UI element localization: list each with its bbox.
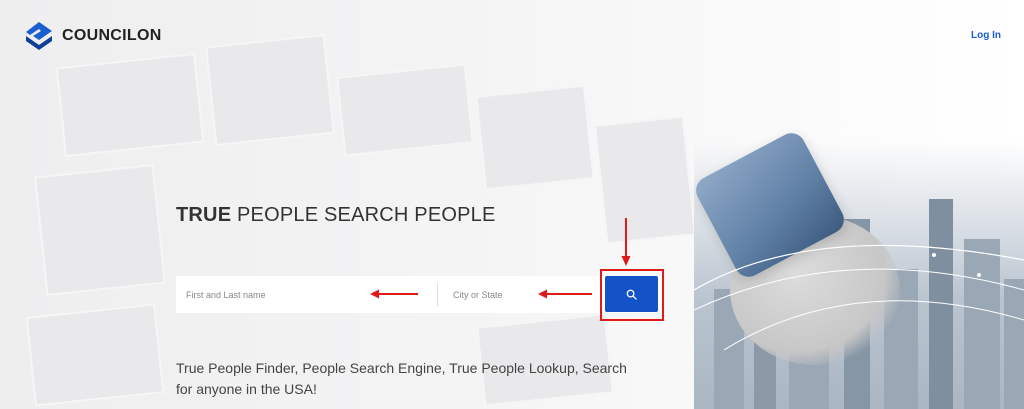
login-link[interactable]: Log In bbox=[971, 30, 1001, 41]
map-tile bbox=[593, 115, 697, 245]
site-header: COUNCILON Log In bbox=[0, 0, 1024, 70]
hero-title-rest: PEOPLE SEARCH PEOPLE bbox=[231, 204, 496, 226]
annotation-arrow-left-icon bbox=[538, 289, 592, 299]
annotation-arrow-left-icon bbox=[370, 289, 418, 299]
annotation-highlight-box bbox=[600, 269, 664, 321]
brand-name: COUNCILON bbox=[62, 27, 162, 44]
map-tile bbox=[34, 164, 166, 296]
hero-title: TRUE PEOPLE SEARCH PEOPLE bbox=[176, 204, 496, 227]
councilon-logo-icon bbox=[26, 22, 52, 50]
map-tile bbox=[475, 84, 595, 191]
network-lines-graphic bbox=[694, 244, 1024, 351]
map-tile bbox=[25, 303, 165, 407]
logo[interactable]: COUNCILON bbox=[26, 22, 162, 50]
hero-tagline: True People Finder, People Search Engine… bbox=[176, 360, 627, 397]
map-tile bbox=[336, 63, 474, 157]
hero-title-bold: TRUE bbox=[176, 204, 232, 226]
annotation-arrow-down-icon bbox=[621, 218, 631, 266]
